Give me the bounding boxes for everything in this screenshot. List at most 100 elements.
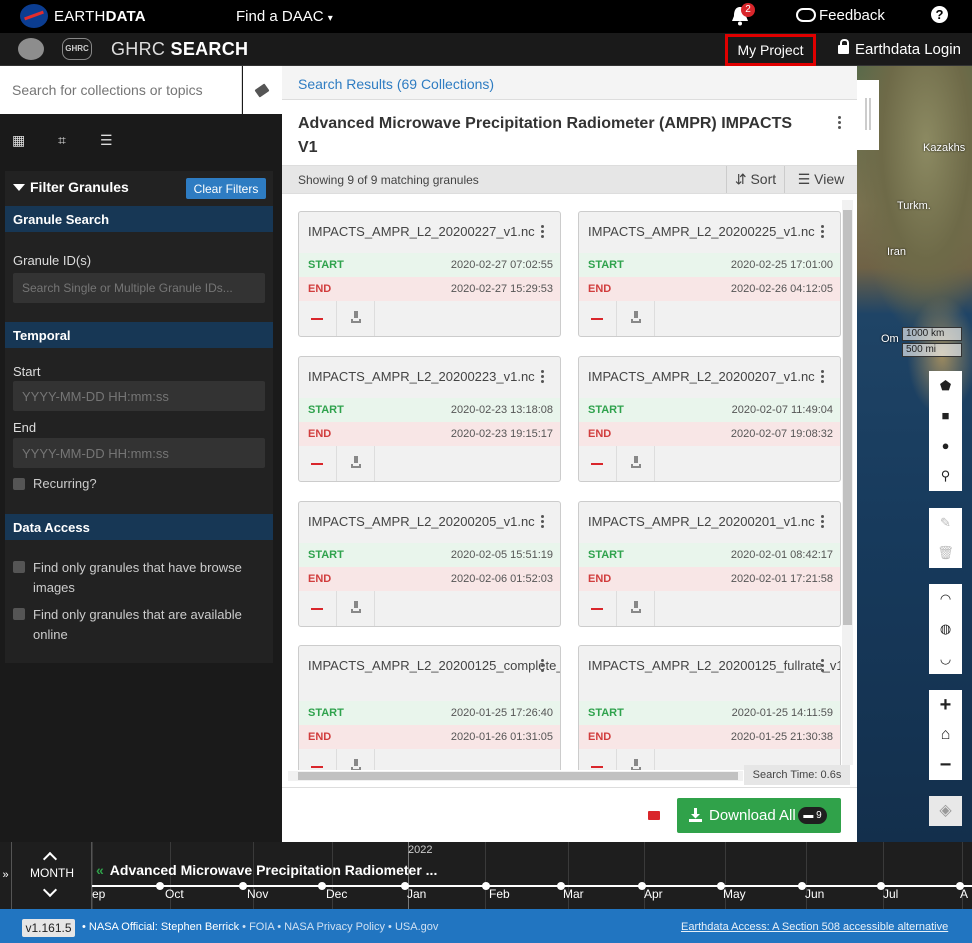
my-project-button[interactable]: My Project xyxy=(725,34,816,66)
granule-start-time: 2020-02-07 11:49:04 xyxy=(731,404,833,416)
remove-granule-button[interactable] xyxy=(299,749,337,770)
rectangle-icon[interactable]: ■ xyxy=(929,401,962,431)
polygon-icon[interactable]: ⬟ xyxy=(929,371,962,401)
granule-menu-icon[interactable] xyxy=(541,515,545,530)
sidebar: ▦ ⌗ ☰ Filter Granules Clear Filters Gran… xyxy=(0,66,282,842)
timeline-track[interactable]: 2022 «Advanced Microwave Precipitation R… xyxy=(92,842,972,909)
remove-granule-button[interactable] xyxy=(299,301,337,336)
download-granule-button[interactable] xyxy=(337,446,375,481)
download-granule-button[interactable] xyxy=(617,749,655,770)
earthdata-login-button[interactable]: Earthdata Login xyxy=(838,39,961,58)
download-granule-button[interactable] xyxy=(337,749,375,770)
granule-menu-icon[interactable] xyxy=(821,370,825,385)
earthdata-brand[interactable]: EARTHDATA xyxy=(54,8,146,25)
chevron-up-icon[interactable] xyxy=(42,851,58,867)
view-button[interactable]: ☰ View xyxy=(784,166,857,193)
search-results-header: Search Results (69 Collections) xyxy=(282,66,857,100)
help-icon[interactable]: ? xyxy=(931,6,948,23)
start-label: START xyxy=(308,259,344,271)
search-results-link[interactable]: Search Results (69 Collections) xyxy=(298,76,494,92)
timeline-collapse-button[interactable]: » xyxy=(0,842,12,909)
download-all-button[interactable]: Download All ▬ 9 xyxy=(677,798,841,833)
panel-resize-handle[interactable] xyxy=(857,80,879,150)
home-icon[interactable]: ⌂ xyxy=(929,720,962,750)
granule-list-hscrollbar[interactable] xyxy=(288,771,743,781)
start-date-input[interactable] xyxy=(13,381,265,411)
usa-gov-link[interactable]: • USA.gov xyxy=(388,921,438,933)
timeline-collection-name[interactable]: «Advanced Microwave Precipitation Radiom… xyxy=(96,862,437,878)
accessible-alternative-link[interactable]: Earthdata Access: A Section 508 accessib… xyxy=(681,921,948,933)
feedback-link[interactable]: Feedback xyxy=(796,7,885,24)
top-navbar: EARTHDATA Find a DAAC ▾ 2 Feedback ? xyxy=(0,0,972,33)
available-online-checkbox[interactable] xyxy=(13,608,25,620)
zoom-out-icon[interactable]: − xyxy=(929,750,962,780)
map-label: Om xyxy=(881,333,899,345)
globe-icon[interactable]: ◍ xyxy=(929,614,962,644)
calendar-icon[interactable]: ▦ xyxy=(12,132,25,149)
clear-filters-button[interactable]: Clear Filters xyxy=(186,178,266,199)
edit-icon[interactable]: ✎ xyxy=(929,508,962,538)
folder-icon[interactable] xyxy=(648,811,660,820)
granule-card[interactable]: IMPACTS_AMPR_L2_20200227_v1.nc START 2020-… xyxy=(298,211,561,337)
collection-search-input[interactable] xyxy=(0,66,242,114)
download-granule-button[interactable] xyxy=(617,446,655,481)
granule-menu-icon[interactable] xyxy=(541,370,545,385)
timeline-month: Jan xyxy=(407,887,427,901)
sliders-icon[interactable]: ☰ xyxy=(100,132,113,149)
foia-link[interactable]: • FOIA xyxy=(242,921,274,933)
sort-button[interactable]: ⇵ Sort xyxy=(726,166,784,193)
granule-card[interactable]: IMPACTS_AMPR_L2_20200207_v1.nc START 2020-… xyxy=(578,356,841,482)
download-granule-button[interactable] xyxy=(337,591,375,626)
granule-start-row: START 2020-02-25 17:01:00 xyxy=(579,253,840,277)
granule-card[interactable]: IMPACTS_AMPR_L2_20200125_fullrate_v1.nc S… xyxy=(578,645,841,770)
app-title[interactable]: GHRC SEARCH xyxy=(111,39,248,60)
map-pin-icon[interactable]: ⚲ xyxy=(929,461,962,491)
granule-ids-input[interactable] xyxy=(13,273,265,303)
download-icon xyxy=(634,759,638,766)
download-granule-button[interactable] xyxy=(617,301,655,336)
granule-name: IMPACTS_AMPR_L2_20200227_v1.nc xyxy=(308,224,535,239)
privacy-policy-link[interactable]: • NASA Privacy Policy xyxy=(277,921,385,933)
trash-icon[interactable]: 🗑 xyxy=(929,538,962,568)
granule-menu-icon[interactable] xyxy=(541,659,545,674)
granule-card[interactable]: IMPACTS_AMPR_L2_20200205_v1.nc START 2020-… xyxy=(298,501,561,627)
remove-granule-button[interactable] xyxy=(299,591,337,626)
granule-card[interactable]: IMPACTS_AMPR_L2_20200125_complete_v1.nc S… xyxy=(298,645,561,770)
download-icon xyxy=(354,456,358,463)
download-granule-button[interactable] xyxy=(617,591,655,626)
circle-icon[interactable]: ● xyxy=(929,431,962,461)
zoom-in-icon[interactable]: + xyxy=(929,690,962,720)
remove-granule-button[interactable] xyxy=(579,591,617,626)
crop-icon[interactable]: ⌗ xyxy=(58,132,66,149)
find-daac-dropdown[interactable]: Find a DAAC ▾ xyxy=(236,8,333,25)
chat-icon xyxy=(796,8,816,22)
granule-list-scrollbar[interactable] xyxy=(842,200,853,765)
chevron-down-icon[interactable] xyxy=(42,882,58,898)
remove-granule-button[interactable] xyxy=(299,446,337,481)
arctic-projection-icon[interactable]: ◠ xyxy=(929,584,962,614)
download-granule-button[interactable] xyxy=(337,301,375,336)
browse-images-checkbox[interactable] xyxy=(13,561,25,573)
nasa-logo[interactable] xyxy=(20,4,48,28)
remove-granule-button[interactable] xyxy=(579,301,617,336)
granule-card[interactable]: IMPACTS_AMPR_L2_20200225_v1.nc START 2020-… xyxy=(578,211,841,337)
recurring-checkbox[interactable] xyxy=(13,478,25,490)
clear-search-button[interactable] xyxy=(243,66,282,114)
granule-card[interactable]: IMPACTS_AMPR_L2_20200201_v1.nc START 2020-… xyxy=(578,501,841,627)
granule-card[interactable]: IMPACTS_AMPR_L2_20200223_v1.nc START 2020-… xyxy=(298,356,561,482)
granule-actions xyxy=(299,749,560,770)
remove-granule-button[interactable] xyxy=(579,446,617,481)
antarctic-projection-icon[interactable]: ◡ xyxy=(929,644,962,674)
granule-menu-icon[interactable] xyxy=(541,225,545,240)
layers-icon[interactable]: ◈ xyxy=(929,796,962,826)
minus-icon xyxy=(311,318,323,320)
end-date-input[interactable] xyxy=(13,438,265,468)
granule-menu-icon[interactable] xyxy=(821,659,825,674)
timeline-month: Nov xyxy=(247,887,269,901)
granule-menu-icon[interactable] xyxy=(821,515,825,530)
granule-menu-icon[interactable] xyxy=(821,225,825,240)
collection-menu-icon[interactable] xyxy=(838,116,842,131)
granule-list[interactable]: IMPACTS_AMPR_L2_20200227_v1.nc START 2020-… xyxy=(282,195,857,770)
granule-end-time: 2020-02-27 15:29:53 xyxy=(450,283,553,295)
remove-granule-button[interactable] xyxy=(579,749,617,770)
